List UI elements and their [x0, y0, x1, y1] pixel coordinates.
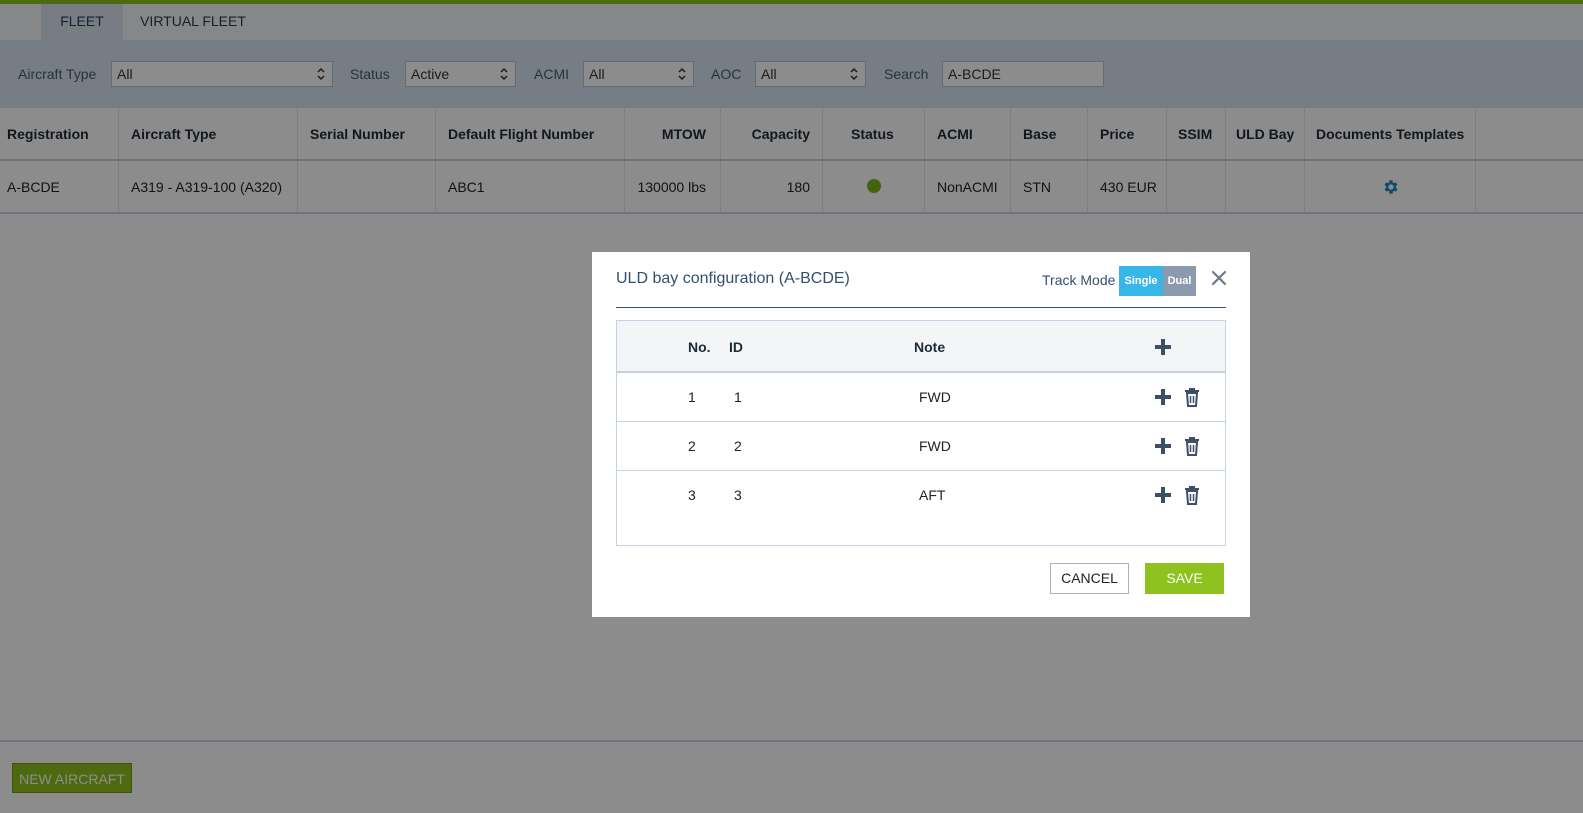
- uld-bay-table-header: No. ID Note: [617, 321, 1225, 373]
- bay-no: 1: [688, 389, 696, 405]
- column-header-no: No.: [688, 339, 711, 355]
- column-header-note: Note: [914, 339, 946, 355]
- trash-icon[interactable]: [1182, 485, 1202, 505]
- dialog-title: ULD bay configuration (A-BCDE): [616, 270, 850, 287]
- column-header-id: ID: [729, 339, 743, 355]
- bay-note[interactable]: AFT: [919, 487, 945, 503]
- bay-no: 2: [688, 438, 696, 454]
- bay-id: 1: [734, 389, 742, 405]
- bay-id: 2: [734, 438, 742, 454]
- track-mode-dual-toggle[interactable]: Dual: [1163, 266, 1196, 296]
- trash-icon[interactable]: [1182, 387, 1202, 407]
- bay-no: 3: [688, 487, 696, 503]
- trash-icon[interactable]: [1182, 436, 1202, 456]
- uld-bay-configuration-dialog: ULD bay configuration (A-BCDE) Track Mod…: [592, 252, 1250, 617]
- cancel-button[interactable]: CANCEL: [1050, 563, 1129, 594]
- dialog-title-divider: [616, 307, 1226, 308]
- table-row: 2 2 FWD: [617, 422, 1225, 471]
- save-button[interactable]: SAVE: [1145, 563, 1224, 594]
- bay-id: 3: [734, 487, 742, 503]
- table-row: 1 1 FWD: [617, 373, 1225, 422]
- close-icon[interactable]: [1210, 269, 1228, 287]
- bay-note[interactable]: FWD: [919, 389, 951, 405]
- insert-row-icon[interactable]: [1153, 436, 1173, 456]
- insert-row-icon[interactable]: [1153, 485, 1173, 505]
- table-row: 3 3 AFT: [617, 471, 1225, 520]
- uld-bay-table: No. ID Note 1 1 FWD 2 2 FWD 3 3 AFT: [616, 320, 1226, 546]
- insert-row-icon[interactable]: [1153, 387, 1173, 407]
- track-mode-single-toggle[interactable]: Single: [1119, 266, 1163, 296]
- add-bay-icon[interactable]: [1153, 337, 1173, 357]
- track-mode-label: Track Mode: [1042, 272, 1116, 288]
- bay-note[interactable]: FWD: [919, 438, 951, 454]
